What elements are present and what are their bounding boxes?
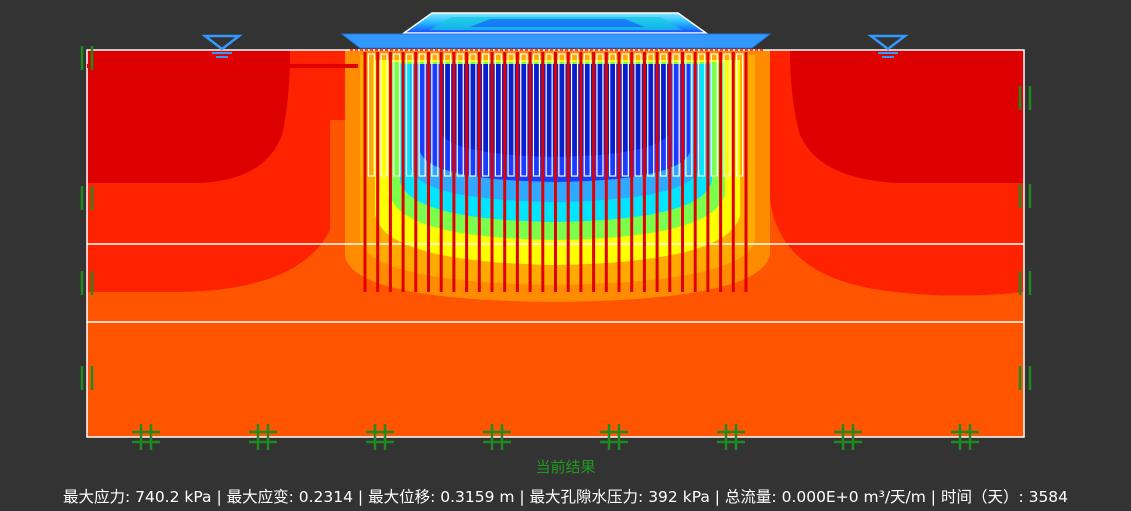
load-platform[interactable]: [340, 33, 772, 49]
model-canvas[interactable]: [0, 0, 1131, 511]
embankment-core: [470, 19, 645, 27]
contour-band-max-left: [87, 50, 290, 183]
contour-band-max-right: [790, 50, 1024, 183]
status-bar: 最大应力: 740.2 kPa | 最大应变: 0.2314 | 最大位移: 0…: [62, 488, 1069, 506]
result-caption: 当前结果: [535, 458, 596, 476]
embankment[interactable]: [340, 12, 772, 51]
